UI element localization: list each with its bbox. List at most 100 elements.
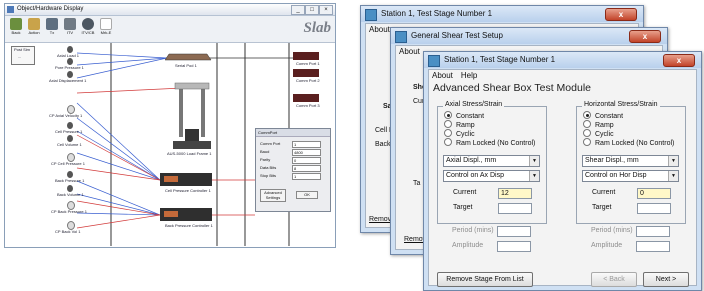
sensor-label-back-pressure: Back Pressure 1 xyxy=(55,178,85,183)
app-icon xyxy=(7,6,14,13)
toolbar-mark-button[interactable]: Mrk-E xyxy=(98,18,114,39)
horizontal-period-label: Period (mins) xyxy=(591,227,633,234)
stop-bits-select[interactable]: 1 xyxy=(292,173,321,180)
chevron-down-icon: ▼ xyxy=(529,171,539,181)
minimize-button[interactable]: _ xyxy=(291,5,305,15)
back-button[interactable]: < Back xyxy=(591,272,637,287)
axial-group-title: Axial Stress/Strain xyxy=(443,101,505,108)
data-bits-select[interactable]: 8 xyxy=(292,165,321,172)
axial-radio-ram-locked[interactable]: Ram Locked (No Control) xyxy=(444,138,535,149)
axial-group: Axial Stress/Strain Constant Ramp Cyclic… xyxy=(437,101,547,224)
horizontal-amplitude-input[interactable] xyxy=(636,241,670,252)
close-button[interactable]: x xyxy=(629,30,661,43)
sensor-label-pore-pressure: Pore Pressure 1 xyxy=(55,65,84,70)
close-button[interactable]: x xyxy=(605,8,637,21)
horizontal-amplitude-label: Amplitude xyxy=(591,242,623,249)
axial-target-input[interactable] xyxy=(498,203,532,214)
comm-port-label: Comm Port xyxy=(260,141,281,146)
shear-box-module-window: Station 1, Test Stage Number 1 x About Hel… xyxy=(423,51,702,291)
title-bar: Station 1, Test Stage Number 1 x xyxy=(361,6,643,22)
sensor-icon[interactable] xyxy=(67,135,73,142)
itv-icon xyxy=(64,18,76,30)
remove-stage-button[interactable]: Remove Stage From List xyxy=(437,272,533,287)
stop-bits-label: Stop Bits xyxy=(260,173,277,178)
horizontal-group-title: Horizontal Stress/Strain xyxy=(582,101,660,108)
axial-target-label: Target xyxy=(453,204,473,211)
window-title: Station 1, Test Stage Number 1 xyxy=(444,55,556,64)
back-icon xyxy=(10,18,22,30)
sensor-label-cp-back-vol: CP Back Vol 1 xyxy=(55,229,81,234)
comm-dialog-title: CommPort xyxy=(256,129,330,137)
window-body: About Help Advanced Shear Box Test Module… xyxy=(428,69,697,287)
sensor-label-cp-cell-pressure: CP Cell Pressure 1 xyxy=(51,161,85,166)
sensor-label-cp-back-pressure: CP Back Pressure 1 xyxy=(51,209,87,214)
maximize-button[interactable]: □ xyxy=(305,5,319,15)
load-frame-label: AUS-5000 Load Frame 1 xyxy=(167,151,212,156)
toolbar-itvcb-button[interactable]: ITV/CB xyxy=(80,18,96,39)
sensor-icon[interactable] xyxy=(67,71,73,78)
horizontal-current-input[interactable]: 0 xyxy=(637,188,671,199)
axial-amplitude-input[interactable] xyxy=(497,241,531,252)
post-sim-title: Post Sim xyxy=(14,47,31,52)
title-bar: Station 1, Test Stage Number 1 x xyxy=(424,52,701,68)
horizontal-target-input[interactable] xyxy=(637,203,671,214)
toolbar-action-button[interactable]: Action xyxy=(26,18,42,39)
comm-port-2-label: Comm Port 2 xyxy=(296,78,320,83)
comm-port-select[interactable]: 1 xyxy=(292,141,321,148)
horizontal-current-label: Current xyxy=(592,189,616,196)
horizontal-displacement-select[interactable]: Shear Displ., mm ▼ xyxy=(582,155,679,167)
sensor-icon[interactable] xyxy=(67,46,73,53)
ok-button[interactable]: OK xyxy=(296,191,318,199)
toolbar-tx-button[interactable]: Tx xyxy=(44,18,60,39)
serial-pod-label: Serial Pod 1 xyxy=(175,63,197,68)
app-icon xyxy=(365,9,377,21)
chevron-down-icon: ▼ xyxy=(668,156,678,166)
close-button[interactable]: × xyxy=(319,5,333,15)
close-button[interactable]: x xyxy=(663,54,695,67)
axial-period-input[interactable] xyxy=(497,226,531,237)
sensor-icon[interactable] xyxy=(67,185,73,192)
title-bar: Object/Hardware Display _ □ × xyxy=(5,4,335,16)
sensor-label-back-volume: Back Volume 1 xyxy=(57,192,84,197)
app-icon xyxy=(428,55,440,67)
axial-amplitude-label: Amplitude xyxy=(452,242,484,249)
post-sim-box[interactable]: Post Sim ... xyxy=(11,46,35,65)
advanced-settings-button[interactable]: Advanced Settings xyxy=(260,189,286,202)
window-title: Station 1, Test Stage Number 1 xyxy=(381,9,493,18)
window-title: Object/Hardware Display xyxy=(17,6,84,12)
sensor-icon[interactable] xyxy=(67,171,73,178)
itvcb-icon xyxy=(82,18,94,30)
toolbar-back-button[interactable]: Back xyxy=(8,18,24,39)
sensor-label-cp-axial-velocity: CP Axial Velocity 1 xyxy=(49,113,83,118)
window-title: General Shear Test Setup xyxy=(411,31,503,40)
horizontal-period-input[interactable] xyxy=(636,226,670,237)
parity-label: Parity xyxy=(260,157,271,162)
menu-about[interactable]: About xyxy=(399,47,420,56)
toolbar-itv-button[interactable]: ITV xyxy=(62,18,78,39)
baud-select[interactable]: 4800 xyxy=(292,149,321,156)
axial-displacement-select[interactable]: Axial Displ., mm ▼ xyxy=(443,155,540,167)
menu-about[interactable]: About xyxy=(369,25,390,34)
sensor-icon[interactable] xyxy=(67,122,73,129)
next-button[interactable]: Next > xyxy=(643,272,689,287)
axial-current-label: Current xyxy=(453,189,477,196)
tx-icon xyxy=(46,18,58,30)
back-controller-label: Back Pressure Controller 1 xyxy=(165,223,213,228)
sensor-icon[interactable] xyxy=(67,58,73,65)
axial-control-select[interactable]: Control on Ax Disp ▼ xyxy=(443,170,540,182)
parity-select[interactable]: 0 xyxy=(292,157,321,164)
axial-current-input[interactable]: 12 xyxy=(498,188,532,199)
axial-period-label: Period (mins) xyxy=(452,227,494,234)
fragment-text: Ta xyxy=(413,180,421,187)
horizontal-radio-ram-locked[interactable]: Ram Locked (No Control) xyxy=(583,138,674,149)
cell-controller-label: Cell Pressure Controller 1 xyxy=(165,188,211,193)
mark-icon xyxy=(100,18,112,30)
baud-label: Baud xyxy=(260,149,270,154)
comm-port-3-label: Comm Port 3 xyxy=(296,103,320,108)
menu-help[interactable]: Help xyxy=(461,71,477,80)
comm-port-dialog: CommPort Comm Port 1 Baud 4800 Parity 0 … xyxy=(255,128,331,212)
menu-about[interactable]: About xyxy=(432,71,453,80)
comm-port-1-label: Comm Port 1 xyxy=(296,61,320,66)
menu-bar: About Help xyxy=(429,70,696,81)
horizontal-control-select[interactable]: Control on Hor Disp ▼ xyxy=(582,170,679,182)
